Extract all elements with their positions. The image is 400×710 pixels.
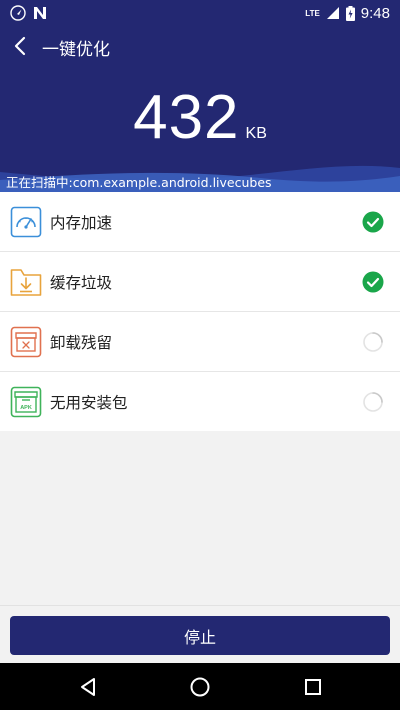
scanned-size-unit: KB [245, 125, 267, 142]
nav-back-icon[interactable] [76, 675, 100, 699]
system-navigation-bar [0, 663, 400, 710]
back-arrow-icon[interactable] [10, 34, 32, 58]
nav-recents-icon[interactable] [301, 675, 325, 699]
n-notification-icon [34, 7, 46, 19]
scan-header: LTE 9:48 一键优化 432 KB 正在扫描中:com.example.an… [0, 0, 400, 192]
loading-spinner-icon [363, 332, 383, 352]
list-item-memory-speedup[interactable]: 内存加速 [0, 192, 400, 252]
toolbar: 一键优化 [0, 28, 400, 64]
status-bar: LTE 9:48 [0, 0, 400, 25]
nav-home-icon[interactable] [188, 675, 212, 699]
list-item-label: 无用安装包 [50, 394, 128, 412]
list-item-label: 卸载残留 [50, 334, 113, 352]
scanned-size: 432 KB [0, 82, 400, 153]
apk-package-icon: APK [10, 386, 42, 418]
list-item-label: 内存加速 [50, 214, 113, 232]
scanning-status-text: 正在扫描中:com.example.android.livecubes [6, 175, 272, 190]
battery-icon [345, 5, 355, 21]
check-icon [362, 211, 384, 233]
signal-icon [326, 7, 339, 19]
check-icon [362, 271, 384, 293]
svg-text:APK: APK [20, 405, 32, 411]
bottom-action-bar: 停止 [0, 605, 400, 664]
list-item-label: 缓存垃圾 [50, 274, 113, 292]
loading-spinner-icon [363, 392, 383, 412]
network-type: LTE [305, 8, 320, 18]
optimization-list: 内存加速 缓存垃圾 卸载残留 APK 无用安装包 [0, 192, 400, 431]
clock: 9:48 [360, 4, 390, 22]
speedometer-icon [10, 206, 42, 238]
status-icons: LTE 9:48 [305, 4, 390, 22]
stop-button[interactable]: 停止 [10, 616, 390, 655]
list-item-cache-junk[interactable]: 缓存垃圾 [0, 252, 400, 312]
list-item-useless-packages[interactable]: APK 无用安装包 [0, 372, 400, 431]
folder-download-icon [10, 269, 42, 296]
navigation-notification-icon [10, 5, 26, 21]
uninstall-box-icon [10, 326, 42, 358]
page-title: 一键优化 [42, 40, 110, 60]
list-item-uninstall-residue[interactable]: 卸载残留 [0, 312, 400, 372]
scanned-size-value: 432 [133, 83, 240, 152]
